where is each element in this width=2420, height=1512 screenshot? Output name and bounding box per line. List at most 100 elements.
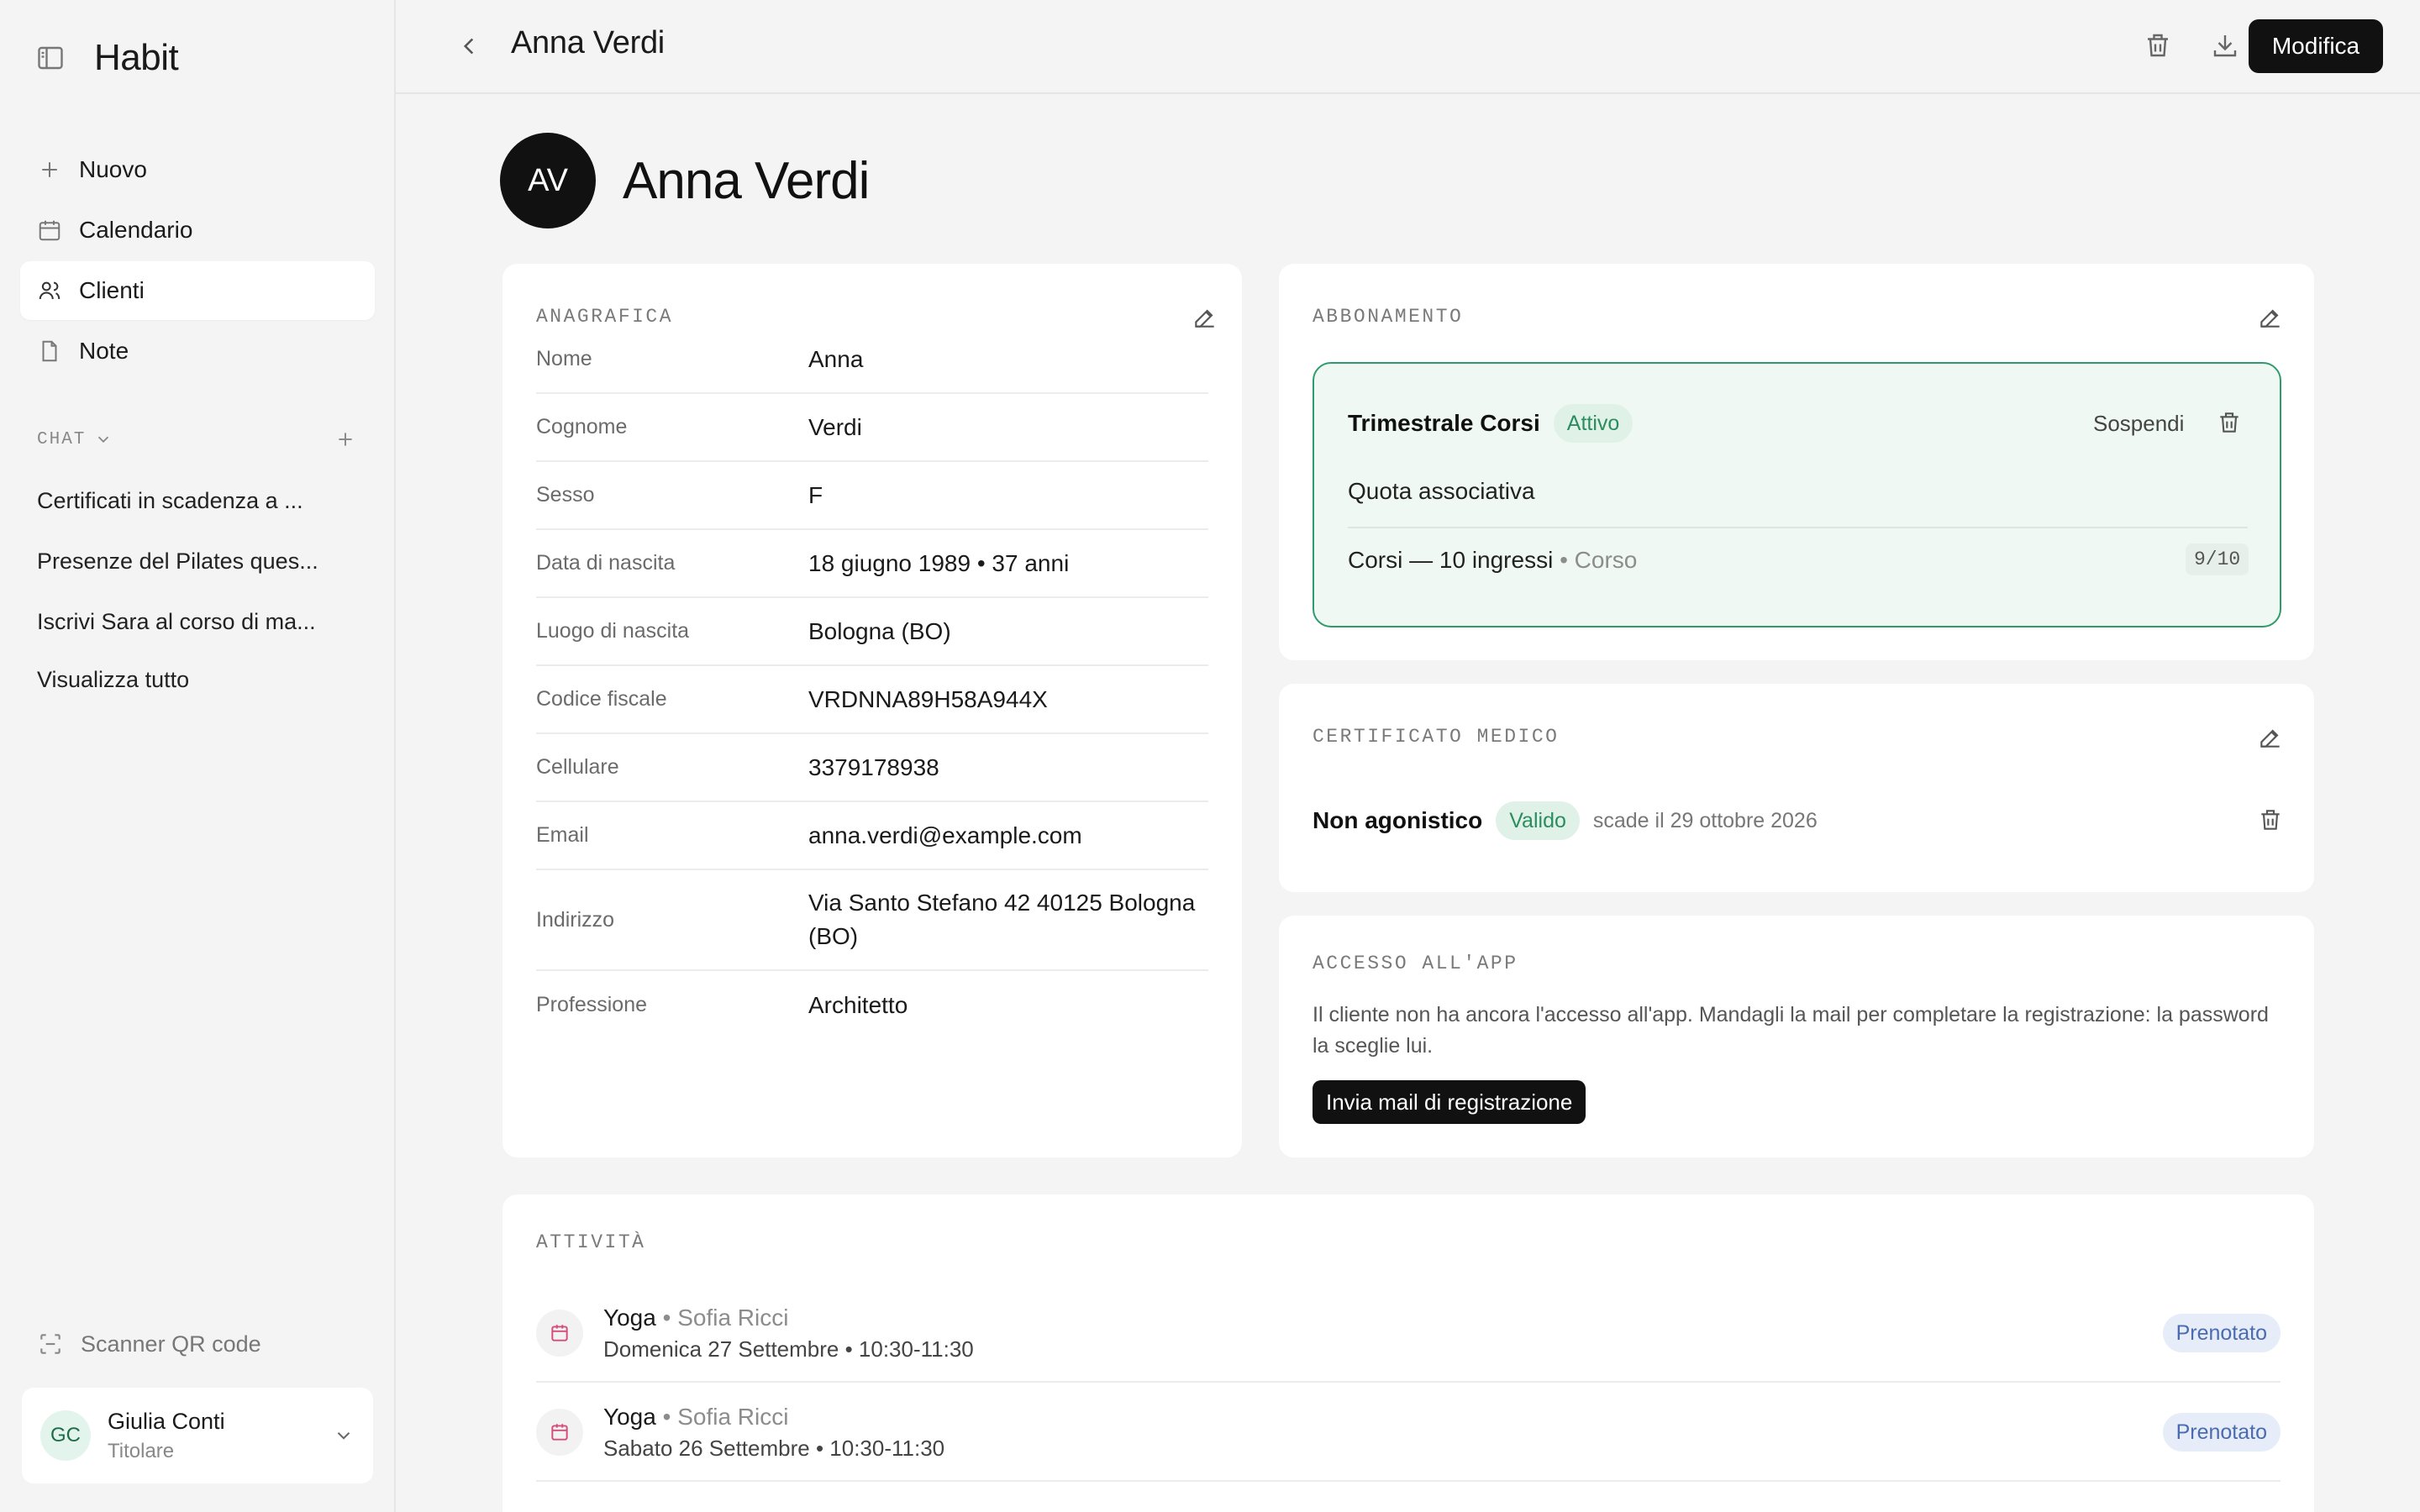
status-badge: Prenotato	[2162, 1413, 2281, 1452]
status-badge: Prenotato	[2162, 1314, 2281, 1352]
pencil-icon[interactable]	[2257, 304, 2284, 331]
field-label: Sesso	[536, 483, 595, 507]
chat-list: Certificati in scadenza a ... Presenze d…	[37, 470, 356, 707]
field-label: Indirizzo	[536, 907, 615, 932]
package-type: • Corso	[1560, 547, 1638, 573]
app-name: Habit	[94, 37, 179, 78]
activity-course: Yoga	[603, 1304, 656, 1331]
field-label: Luogo di nascita	[536, 619, 690, 643]
calendar-icon-badge	[536, 1310, 583, 1357]
nav-item-label: Note	[79, 338, 129, 364]
nav-item-label: Calendario	[79, 217, 193, 243]
activity-row[interactable]: Yoga • Sofia Ricci Sabato 26 Settembre •…	[536, 1384, 2281, 1482]
activity-row[interactable]: Yoga • Sofia Ricci Domenica 27 Settembre…	[536, 1285, 2281, 1383]
calendar-icon	[39, 220, 60, 241]
qr-scan-icon	[40, 1334, 60, 1354]
field-value: Bologna (BO)	[808, 617, 951, 644]
divider	[1348, 527, 2248, 528]
field-value: VRDNNA89H58A944X	[808, 685, 1048, 712]
field-row: Codice fiscale VRDNNA89H58A944X	[536, 666, 1208, 734]
pencil-icon[interactable]	[2257, 724, 2284, 751]
field-label: Cognome	[536, 415, 628, 438]
card-title: ACCESSO ALL'APP	[1313, 953, 1518, 974]
chat-item[interactable]: Presenze del Pilates ques...	[37, 531, 356, 591]
qr-scanner-label: Scanner QR code	[81, 1331, 261, 1357]
chat-item[interactable]: Iscrivi Sara al corso di ma...	[37, 591, 356, 652]
brand: Habit	[35, 37, 179, 79]
activity-datetime: Domenica 27 Settembre • 10:30-11:30	[603, 1336, 974, 1362]
anagrafica-card: ANAGRAFICA Nome Anna Cognome Verdi Sesso F …	[502, 264, 1242, 1158]
activity-text: Yoga • Sofia Ricci Sabato 26 Settembre •…	[603, 1404, 2163, 1462]
anagrafica-fields: Nome Anna Cognome Verdi Sesso F Data di nas…	[536, 326, 1208, 1039]
field-row: Luogo di nascita Bologna (BO)	[536, 598, 1208, 666]
nav-item-note[interactable]: Note	[20, 322, 375, 381]
accesso-card: ACCESSO ALL'APP Il cliente non ha ancora…	[1279, 916, 2314, 1158]
edit-button[interactable]: Modifica	[2249, 19, 2383, 73]
user-name: Giulia Conti	[108, 1408, 225, 1434]
download-icon[interactable]	[2210, 30, 2240, 60]
field-value: Architetto	[808, 991, 908, 1018]
package-name: Corsi — 10 ingressi	[1348, 547, 1554, 573]
chat-section-label: CHAT	[37, 429, 87, 449]
calendar-icon	[551, 1424, 568, 1441]
chevron-down-icon	[337, 1432, 350, 1440]
trash-icon[interactable]	[2143, 30, 2173, 60]
nav-item-clienti[interactable]: Clienti	[20, 261, 375, 320]
trash-icon[interactable]	[2216, 409, 2243, 436]
page-title: Anna Verdi	[511, 25, 665, 60]
sidebar-toggle-icon[interactable]	[35, 43, 66, 73]
field-row: Nome Anna	[536, 326, 1208, 394]
calendar-icon-badge	[536, 1409, 583, 1456]
nav-item-calendario[interactable]: Calendario	[20, 201, 375, 260]
field-row: Cellulare 3379178938	[536, 734, 1208, 802]
user-info: Giulia Conti Titolare	[108, 1409, 333, 1463]
user-role: Titolare	[108, 1439, 175, 1462]
plan-name: Trimestrale Corsi	[1348, 410, 1540, 436]
abbonamento-card: ABBONAMENTO Trimestrale Corsi Attivo Sos…	[1279, 264, 2314, 660]
chat-section-toggle[interactable]: CHAT	[37, 430, 113, 449]
chat-item[interactable]: Certificati in scadenza a ...	[37, 470, 356, 531]
trash-icon[interactable]	[2257, 806, 2284, 833]
activity-instructor: • Sofia Ricci	[662, 1304, 789, 1331]
field-value: 3379178938	[808, 753, 939, 780]
card-title: ATTIVITÀ	[536, 1231, 646, 1253]
subscription-box: Trimestrale Corsi Attivo Sospendi Quota …	[1313, 362, 2281, 627]
field-label: Data di nascita	[536, 551, 676, 575]
new-chat-plus-icon[interactable]	[334, 428, 356, 450]
avatar: AV	[500, 133, 596, 228]
field-row: Data di nascita 18 giugno 1989 • 37 anni	[536, 530, 1208, 598]
status-badge: Valido	[1496, 801, 1580, 840]
plus-icon	[42, 162, 57, 177]
activity-course: Yoga	[603, 1403, 656, 1430]
app-root: Habit Nuovo Calendario Clienti Note CHAT…	[0, 0, 2420, 1512]
suspend-button[interactable]: Sospendi	[2093, 411, 2184, 437]
field-value: anna.verdi@example.com	[808, 822, 1082, 848]
field-label: Professione	[536, 993, 648, 1016]
field-row: Professione Architetto	[536, 971, 1208, 1039]
field-row: Sesso F	[536, 462, 1208, 530]
back-arrow-icon[interactable]	[455, 32, 483, 60]
certificate-row: Non agonistico Valido scade il 29 ottobr…	[1313, 801, 1818, 840]
nav-item-label: Clienti	[79, 277, 145, 303]
field-row: Indirizzo Via Santo Stefano 42 40125 Bolo…	[536, 870, 1208, 971]
card-title: CERTIFICATO MEDICO	[1313, 726, 1560, 748]
field-label: Nome	[536, 347, 592, 370]
avatar: GC	[40, 1410, 91, 1461]
field-row: Cognome Verdi	[536, 394, 1208, 462]
field-value: 18 giugno 1989 • 37 anni	[808, 549, 1070, 576]
field-label: Codice fiscale	[536, 687, 667, 711]
field-label: Cellulare	[536, 755, 619, 779]
topbar: Anna Verdi Modifica	[396, 0, 2420, 94]
access-message: Il cliente non ha ancora l'accesso all'a…	[1313, 1003, 2269, 1058]
activity-instructor: • Sofia Ricci	[662, 1403, 789, 1430]
user-menu[interactable]: GC Giulia Conti Titolare	[22, 1388, 373, 1483]
field-value: Via Santo Stefano 42 40125 Bologna (BO)	[808, 890, 1196, 949]
attivita-card: ATTIVITÀ Yoga • Sofia Ricci Domenica 27 …	[502, 1194, 2314, 1512]
view-all-chats-link[interactable]: Visualizza tutto	[37, 652, 356, 707]
nav-item-nuovo[interactable]: Nuovo	[20, 140, 375, 199]
calendar-icon	[551, 1325, 568, 1341]
qr-scanner-button[interactable]: Scanner QR code	[37, 1331, 261, 1357]
send-registration-button[interactable]: Invia mail di registrazione	[1313, 1080, 1586, 1124]
certificate-expiry: scade il 29 ottobre 2026	[1592, 808, 1818, 832]
field-value: Verdi	[808, 413, 862, 440]
